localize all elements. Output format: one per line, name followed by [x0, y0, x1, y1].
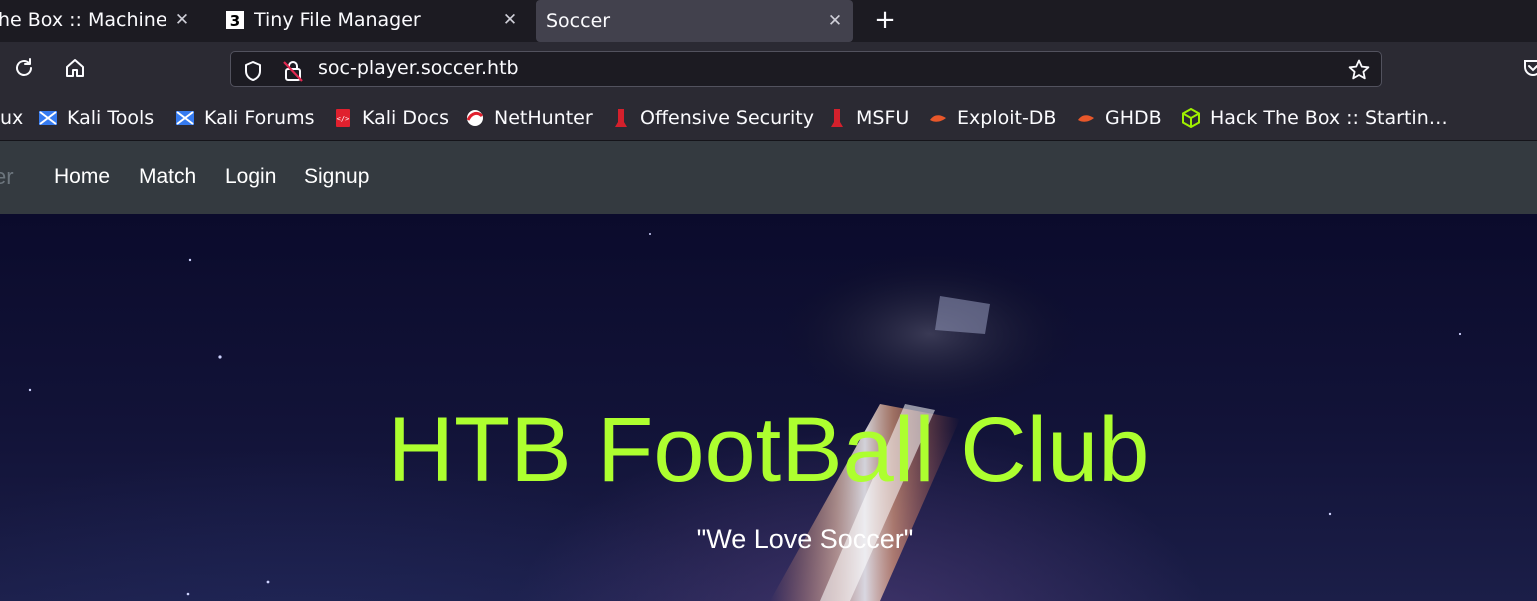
nav-link-signup[interactable]: Signup: [304, 165, 369, 189]
tab-tiny-file-manager[interactable]: 3 Tiny File Manager ✕: [216, 0, 528, 40]
tab-strip: he Box :: Machines ✕ 3 Tiny File Manager…: [0, 0, 1537, 42]
reload-button[interactable]: [10, 54, 38, 82]
bookmark-item[interactable]: ux: [0, 106, 23, 130]
bookmark-kali-tools[interactable]: Kali Tools: [38, 106, 154, 130]
bookmark-star-icon[interactable]: [1347, 58, 1371, 86]
site-navbar: er Home Match Login Signup: [0, 141, 1537, 214]
hero-subtitle: "We Love Soccer": [696, 524, 914, 554]
bookmark-hack-the-box[interactable]: Hack The Box :: Startin…: [1181, 106, 1448, 130]
pocket-icon[interactable]: [1522, 57, 1537, 83]
tiny-file-manager-icon: 3: [226, 11, 244, 29]
close-icon[interactable]: ✕: [827, 11, 843, 31]
bookmark-label: Kali Forums: [204, 107, 315, 129]
home-button[interactable]: [61, 54, 89, 82]
bookmark-label: Offensive Security: [640, 107, 814, 129]
bookmark-kali-docs[interactable]: </> Kali Docs: [333, 106, 449, 130]
bookmark-label: Kali Docs: [362, 107, 449, 129]
nav-link-home[interactable]: Home: [54, 165, 110, 189]
home-icon: [66, 59, 84, 77]
bookmark-ghdb[interactable]: GHDB: [1076, 106, 1162, 130]
insecure-lock-icon[interactable]: [283, 60, 303, 86]
bookmark-label: Hack The Box :: Startin…: [1210, 107, 1448, 129]
bookmark-offensive-security[interactable]: Offensive Security: [611, 106, 814, 130]
hero-title: HTB FootBall Club: [387, 399, 1150, 501]
bookmark-nethunter[interactable]: NetHunter: [465, 106, 593, 130]
bookmark-label: ux: [0, 107, 24, 129]
exploit-db-icon: [928, 108, 948, 128]
url-text[interactable]: soc-player.soccer.htb: [318, 57, 519, 79]
bookmark-label: GHDB: [1105, 107, 1162, 129]
tab-soccer[interactable]: Soccer ✕: [536, 0, 853, 42]
ghdb-icon: [1076, 108, 1096, 128]
bookmark-msfu[interactable]: MSFU: [827, 106, 909, 130]
bookmark-label: Exploit-DB: [957, 107, 1057, 129]
bookmark-label: Kali Tools: [67, 107, 155, 129]
kali-docs-icon: </>: [333, 108, 353, 128]
shield-icon[interactable]: [243, 60, 263, 86]
close-icon[interactable]: ✕: [174, 10, 190, 30]
close-icon[interactable]: ✕: [502, 10, 518, 30]
bookmark-label: MSFU: [856, 107, 910, 129]
bookmark-kali-forums[interactable]: Kali Forums: [175, 106, 315, 130]
new-tab-button[interactable]: +: [872, 6, 898, 34]
htb-cube-icon: [1181, 108, 1201, 128]
tab-title: Soccer: [546, 10, 611, 32]
tab-htb-machines[interactable]: he Box :: Machines ✕: [0, 0, 200, 40]
bookmark-exploit-db[interactable]: Exploit-DB: [928, 106, 1056, 130]
site-brand[interactable]: er: [0, 164, 14, 190]
navigation-toolbar: soc-player.soccer.htb: [0, 42, 1537, 94]
reload-icon: [16, 58, 32, 76]
tab-title: he Box :: Machines: [0, 9, 166, 31]
bookmarks-toolbar: ux Kali Tools Kali Forums </> Kali Docs …: [0, 94, 1537, 141]
nav-link-login[interactable]: Login: [225, 165, 276, 189]
url-bar[interactable]: soc-player.soccer.htb: [230, 51, 1382, 87]
hero-section: HTB FootBall Club "We Love Soccer": [0, 214, 1537, 601]
kali-forums-icon: [175, 108, 195, 128]
nav-link-match[interactable]: Match: [139, 165, 196, 189]
tab-title: Tiny File Manager: [254, 9, 421, 31]
bookmark-label: NetHunter: [494, 107, 593, 129]
offsec-icon: [611, 108, 631, 128]
msfu-icon: [827, 108, 847, 128]
nethunter-icon: [465, 108, 485, 128]
kali-tools-icon: [38, 108, 58, 128]
svg-text:</>: </>: [337, 115, 350, 123]
svg-text:3: 3: [230, 12, 240, 29]
